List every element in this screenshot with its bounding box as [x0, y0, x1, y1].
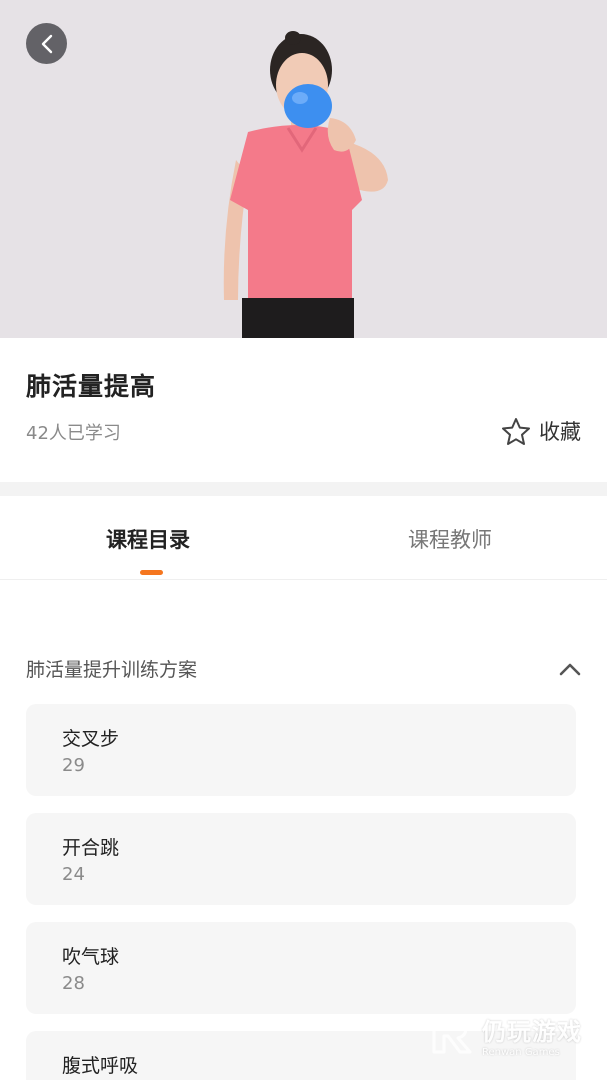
section-title: 肺活量提升训练方案 [26, 659, 198, 681]
chevron-up-icon[interactable] [559, 662, 581, 676]
lesson-name: 腹式呼吸 [62, 1055, 139, 1077]
favorite-label: 收藏 [539, 420, 581, 444]
back-button[interactable] [26, 23, 67, 64]
section-divider [0, 482, 607, 496]
lesson-name: 开合跳 [62, 837, 120, 859]
lesson-count: 28 [62, 973, 85, 994]
video-preview-image [223, 31, 388, 338]
watermark-logo-icon [432, 1016, 472, 1054]
watermark-text: 仍玩游戏 [482, 1018, 582, 1046]
lesson-item[interactable]: 开合跳 24 [26, 813, 576, 905]
favorite-button[interactable]: 收藏 [501, 416, 581, 446]
lesson-count: 29 [62, 755, 85, 776]
video-player[interactable] [0, 0, 607, 338]
tab-bar: 课程目录 课程教师 [0, 496, 607, 580]
lesson-name: 吹气球 [62, 946, 120, 968]
star-outline-icon [502, 417, 530, 445]
tab-catalog[interactable]: 课程目录 [106, 524, 190, 554]
back-arrow-icon [41, 34, 52, 53]
course-title: 肺活量提高 [26, 372, 157, 401]
catalog-section-header[interactable]: 肺活量提升训练方案 [26, 655, 581, 682]
lesson-count: 24 [62, 864, 85, 885]
watermark: 仍玩游戏 Renwan Games [430, 1012, 582, 1058]
tab-teacher[interactable]: 课程教师 [408, 524, 492, 554]
lesson-item[interactable]: 吹气球 28 [26, 922, 576, 1014]
lesson-item[interactable]: 交叉步 29 [26, 704, 576, 796]
watermark-subtext: Renwan Games [482, 1047, 560, 1058]
course-info: 肺活量提高 42人已学习 收藏 [0, 338, 607, 482]
active-tab-indicator [140, 570, 163, 575]
learner-count: 42人已学习 [26, 423, 121, 444]
lesson-name: 交叉步 [62, 728, 120, 750]
course-catalog: 肺活量提升训练方案 交叉步 29 开合跳 24 吹气球 28 腹式呼吸 [0, 580, 607, 1080]
